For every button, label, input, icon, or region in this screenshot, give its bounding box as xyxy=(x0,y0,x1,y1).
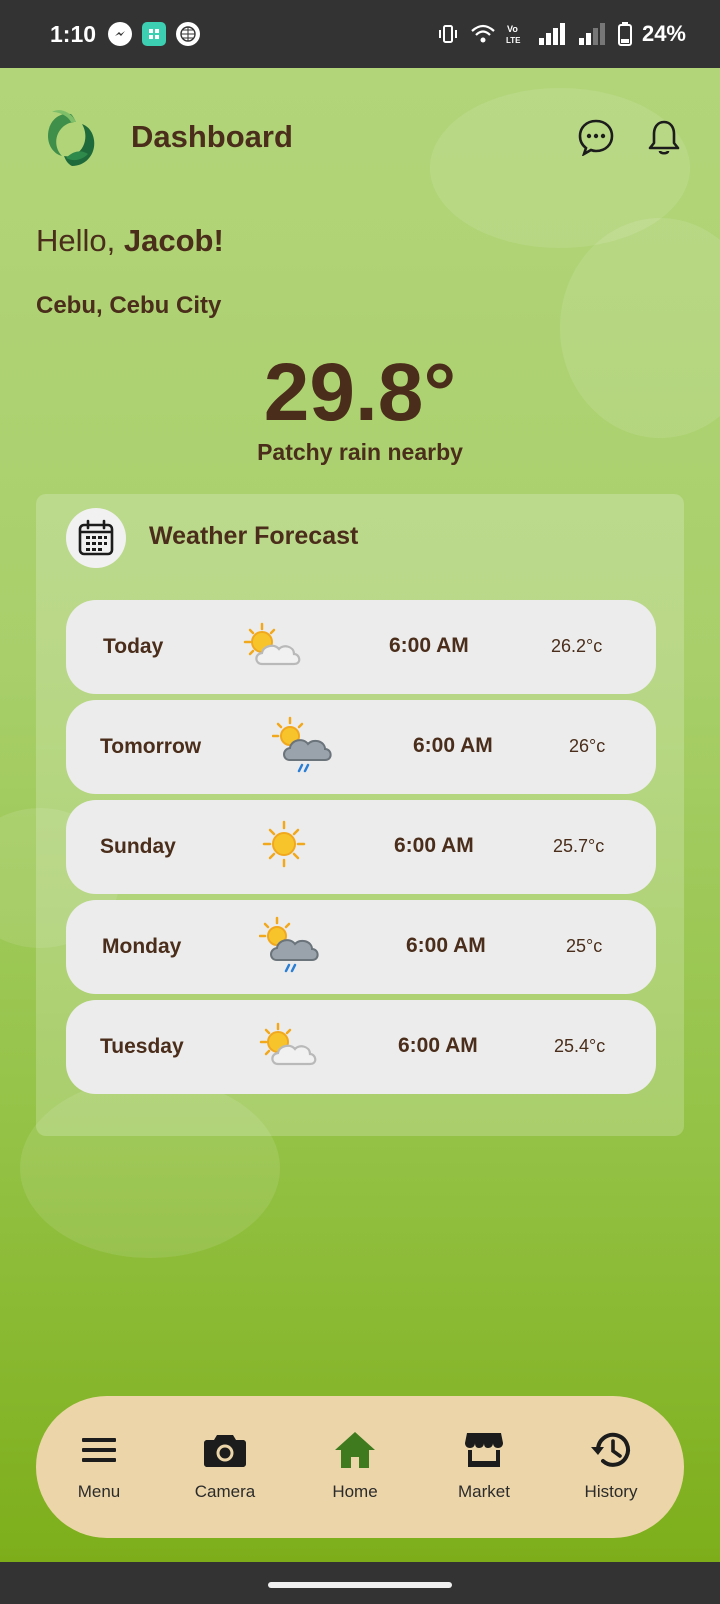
menu-icon xyxy=(44,1426,154,1474)
calendar-icon xyxy=(66,508,126,568)
nav-item-home[interactable]: Home xyxy=(300,1426,410,1502)
home-gesture-handle[interactable] xyxy=(268,1582,452,1588)
forecast-time: 6:00 AM xyxy=(398,1034,478,1057)
battery-level: 24% xyxy=(641,21,686,46)
page-title: Dashboard xyxy=(131,119,293,154)
forecast-temp: 26°c xyxy=(569,736,606,756)
partly-cloudy-icon xyxy=(243,622,301,666)
forecast-temp: 25°c xyxy=(566,936,603,956)
signal-icon-1 xyxy=(538,23,565,45)
rain-cloud-sun-icon xyxy=(259,916,319,973)
nav-item-market[interactable]: Market xyxy=(429,1426,539,1502)
forecast-day: Today xyxy=(103,635,164,658)
svg-text:Vo: Vo xyxy=(507,24,518,34)
forecast-time: 6:00 AM xyxy=(389,634,469,657)
nav-label: Camera xyxy=(194,1482,256,1501)
status-bar: 1:10 Vo LTE 24% xyxy=(0,0,720,68)
nav-label: History xyxy=(584,1482,638,1501)
messenger-icon xyxy=(108,22,133,46)
bottom-navigation: Menu Camera Home Market History xyxy=(36,1396,684,1538)
status-time: 1:10 xyxy=(50,20,97,47)
forecast-time: 6:00 AM xyxy=(413,734,493,757)
forecast-row[interactable]: Tomorrow 6:00 AM 26°c xyxy=(66,700,656,794)
nav-item-menu[interactable]: Menu xyxy=(44,1426,154,1502)
status-left: 1:10 xyxy=(50,20,201,48)
current-condition: Patchy rain nearby xyxy=(257,439,463,465)
svg-text:LTE: LTE xyxy=(506,36,521,45)
history-icon xyxy=(556,1426,666,1474)
current-temperature: 29.8° xyxy=(263,347,457,438)
nav-item-history[interactable]: History xyxy=(556,1426,666,1502)
forecast-row[interactable]: Sunday 6:00 AM 25.7°c xyxy=(66,800,656,894)
app-header: Dashboard xyxy=(0,68,720,208)
greeting: Hello, Jacob! xyxy=(36,223,224,259)
forecast-day: Monday xyxy=(102,935,182,958)
user-name: Jacob! xyxy=(123,223,224,258)
app-notification-icon xyxy=(142,22,167,46)
weather-forecast-card: Weather Forecast Today 6:00 AM 26.2°c To… xyxy=(36,494,684,1136)
forecast-time: 6:00 AM xyxy=(406,934,486,957)
nav-label: Market xyxy=(458,1482,510,1501)
gesture-bar xyxy=(0,1562,720,1604)
volte-icon: Vo LTE xyxy=(506,24,521,45)
partly-cloudy-icon xyxy=(259,1022,317,1066)
vibrate-icon xyxy=(438,25,457,43)
forecast-time: 6:00 AM xyxy=(394,834,474,857)
forecast-day: Tuesday xyxy=(100,1035,184,1058)
chat-icon xyxy=(578,119,614,156)
forecast-title: Weather Forecast xyxy=(149,522,359,550)
forecast-temp: 25.4°c xyxy=(554,1036,606,1056)
forecast-row[interactable]: Tuesday 6:00 AM 25.4°c xyxy=(66,1000,656,1094)
forecast-day: Sunday xyxy=(100,835,176,858)
forecast-temp: 25.7°c xyxy=(553,836,605,856)
wifi-icon xyxy=(471,24,495,43)
location-label: Cebu, Cebu City xyxy=(36,292,222,319)
dashboard-screen: Dashboard Hello, Jacob! Cebu, Cebu City … xyxy=(0,68,720,1562)
logo-icon xyxy=(48,110,95,166)
forecast-row[interactable]: Today 6:00 AM 26.2°c xyxy=(66,600,656,694)
status-right: Vo LTE 24% xyxy=(436,21,686,47)
rain-cloud-sun-icon xyxy=(272,716,332,773)
battery-icon xyxy=(617,22,632,46)
bell-icon xyxy=(648,120,680,155)
greeting-prefix: Hello, xyxy=(36,223,124,258)
globe-icon xyxy=(176,22,201,46)
forecast-row[interactable]: Monday 6:00 AM 25°c xyxy=(66,900,656,994)
home-icon xyxy=(300,1426,410,1474)
forecast-temp: 26.2°c xyxy=(551,636,603,656)
signal-icon-2 xyxy=(578,23,605,45)
nav-item-camera[interactable]: Camera xyxy=(170,1426,280,1502)
nav-label: Menu xyxy=(77,1482,121,1501)
chat-button[interactable] xyxy=(575,116,617,158)
notifications-button[interactable] xyxy=(643,116,685,158)
forecast-day: Tomorrow xyxy=(100,735,202,758)
camera-icon xyxy=(170,1426,280,1474)
store-icon xyxy=(429,1426,539,1474)
sunny-icon xyxy=(262,820,306,868)
nav-label: Home xyxy=(332,1482,378,1501)
